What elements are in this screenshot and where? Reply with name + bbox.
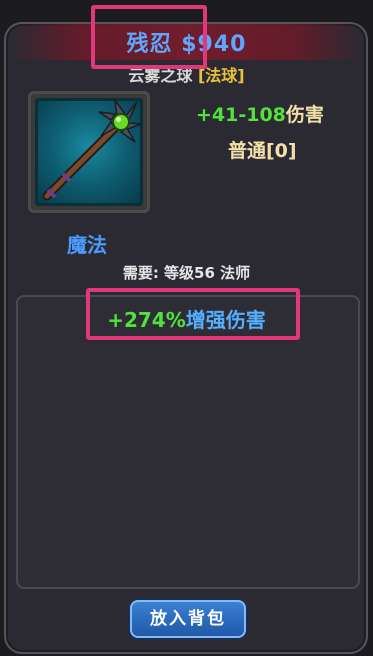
damage-label: 伤害 [285,104,324,126]
stat-highlight-box [86,288,300,340]
item-category: 魔法 [67,233,107,257]
item-requirement: 需要: 等级56 法师 [122,264,251,282]
magic-staff-icon [42,98,142,201]
damage-value: +41-108 [196,104,286,126]
put-in-bag-button[interactable]: 放入背包 [130,600,246,638]
item-icon-background [35,98,143,206]
title-highlight-box [91,5,207,69]
item-quality: 普通[0] [228,140,297,162]
item-icon-slot [28,91,150,213]
damage-line: +41-108伤害 [196,100,324,127]
